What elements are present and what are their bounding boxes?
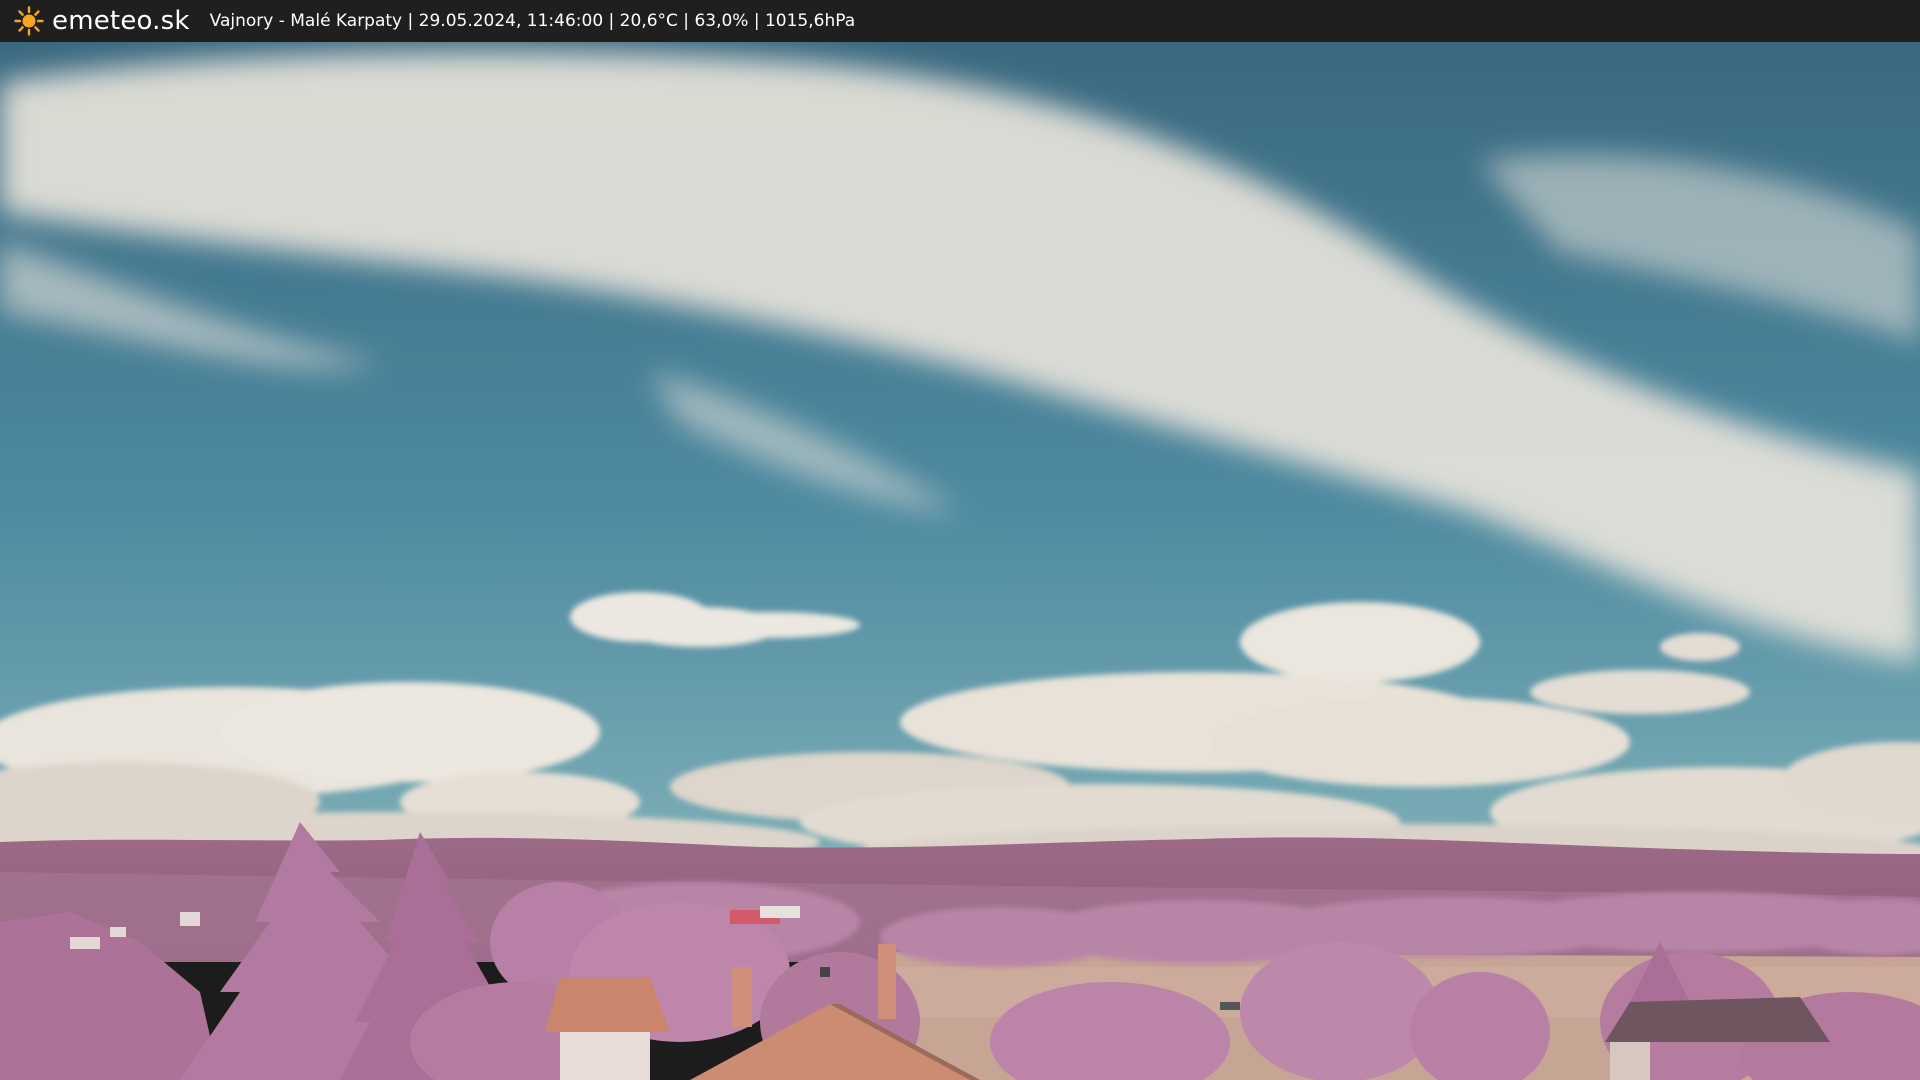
webcam-image [0,42,1920,1080]
sun-icon [14,6,44,36]
webcam-caption: Vajnory - Malé Karpaty | 29.05.2024, 11:… [209,11,856,31]
brand-name[interactable]: emeteo.sk [52,6,190,36]
webcam-header-bar: emeteo.sk Vajnory - Malé Karpaty | 29.05… [0,0,1920,42]
emeteo-logo[interactable]: emeteo.sk [14,6,190,36]
